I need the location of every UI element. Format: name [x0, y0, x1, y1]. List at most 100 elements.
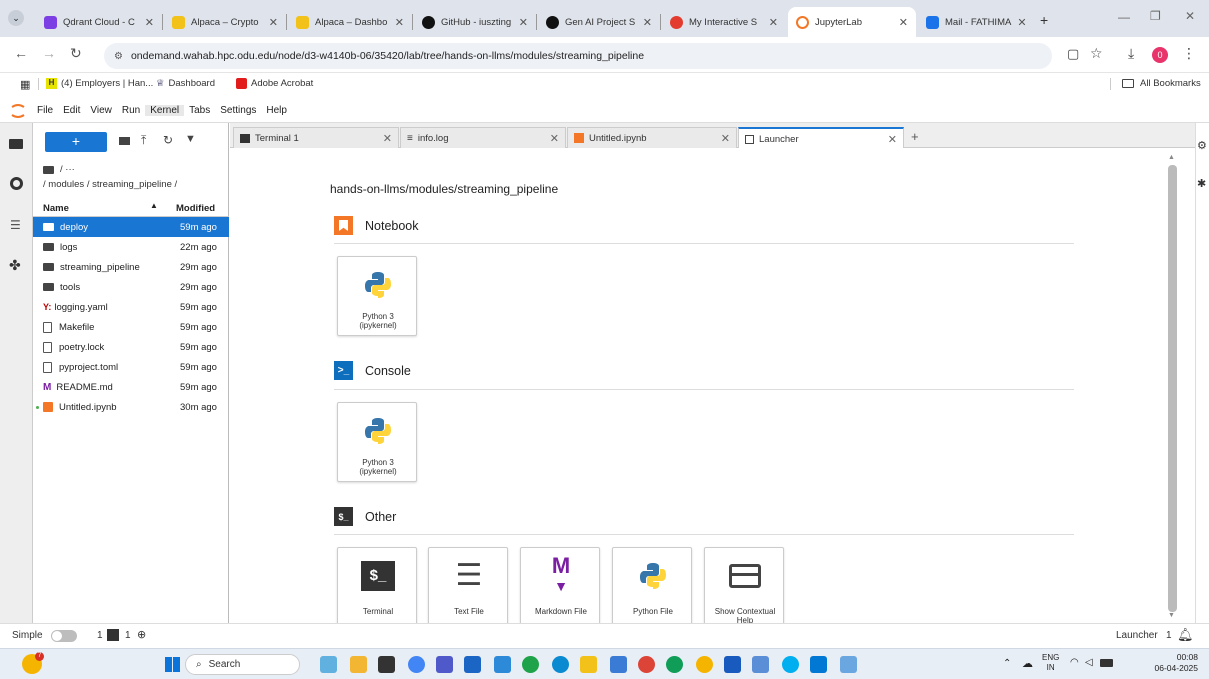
- python3-console-card[interactable]: Python 3 (ipykernel): [337, 402, 417, 482]
- clipboard-icon[interactable]: ▢: [1067, 46, 1079, 62]
- whiteboard-icon[interactable]: [494, 656, 511, 673]
- tab-list-dropdown[interactable]: ⌄: [8, 10, 24, 26]
- language-indicator[interactable]: ENG IN: [1042, 653, 1059, 673]
- folder-icon[interactable]: [580, 656, 597, 673]
- battery-icon[interactable]: [1100, 659, 1113, 667]
- apps-grid-icon[interactable]: ▦: [20, 78, 30, 91]
- extension-manager-icon[interactable]: ✤: [9, 257, 21, 274]
- menu-help[interactable]: Help: [261, 105, 292, 116]
- profile-avatar[interactable]: 0: [1152, 47, 1168, 63]
- simple-mode-toggle[interactable]: [51, 630, 77, 642]
- file-browser-icon[interactable]: [9, 139, 23, 149]
- chrome-icon[interactable]: [408, 656, 425, 673]
- close-icon[interactable]: ✕: [893, 16, 908, 29]
- edge-icon[interactable]: [522, 656, 539, 673]
- tab-launcher[interactable]: Launcher ✕: [738, 127, 904, 149]
- close-icon[interactable]: ✕: [383, 132, 392, 145]
- debugger-icon[interactable]: ✱: [1197, 177, 1206, 190]
- vscode-icon[interactable]: [810, 656, 827, 673]
- close-icon[interactable]: ✕: [513, 16, 528, 29]
- table-of-contents-icon[interactable]: ☰: [10, 218, 21, 232]
- teams-icon[interactable]: [436, 656, 453, 673]
- bell-icon[interactable]: 🔔︎: [1177, 627, 1194, 643]
- contextual-help-card[interactable]: Show Contextual Help: [704, 547, 784, 623]
- chrome-profile-icon[interactable]: [638, 656, 655, 673]
- close-icon[interactable]: ✕: [721, 132, 730, 145]
- file-row-untitled-ipynb[interactable]: Untitled.ipynb 30m ago: [33, 397, 229, 417]
- browser-tab-qdrant[interactable]: Qdrant Cloud - C ✕: [36, 7, 162, 37]
- show-hidden-icons[interactable]: ⌃: [1003, 658, 1011, 669]
- bookmark-employers[interactable]: H (4) Employers | Han...: [46, 78, 153, 89]
- markdown-file-card[interactable]: M ▼ Markdown File: [520, 547, 600, 623]
- back-button[interactable]: ←: [14, 45, 28, 61]
- volume-icon[interactable]: ◁: [1085, 657, 1093, 668]
- refresh-icon[interactable]: ↻: [163, 133, 173, 147]
- clock[interactable]: 00:08 06-04-2025: [1130, 652, 1198, 674]
- close-window-button[interactable]: ✕: [1185, 9, 1195, 23]
- minimize-button[interactable]: —: [1118, 10, 1130, 24]
- download-icon[interactable]: ⤓: [1128, 45, 1134, 62]
- python-file-card[interactable]: Python File: [612, 547, 692, 623]
- text-file-card[interactable]: ☰ Text File: [428, 547, 508, 623]
- file-row-deploy[interactable]: deploy 59m ago: [33, 217, 229, 237]
- file-row-readme[interactable]: M README.md 59m ago: [33, 377, 229, 397]
- breadcrumb[interactable]: / modules / streaming_pipeline /: [43, 179, 177, 190]
- file-row-poetry-lock[interactable]: poetry.lock 59m ago: [33, 337, 229, 357]
- bookmark-star-icon[interactable]: ☆: [1090, 45, 1103, 62]
- menu-settings[interactable]: Settings: [215, 105, 261, 116]
- menu-edit[interactable]: Edit: [58, 105, 85, 116]
- menu-file[interactable]: File: [32, 105, 58, 116]
- file-explorer-icon[interactable]: [350, 656, 367, 673]
- browser-tab-github[interactable]: GitHub - iuszting ✕: [414, 7, 536, 37]
- file-row-logging-yaml[interactable]: Y: logging.yaml 59m ago: [33, 297, 229, 317]
- browser-tab-alpaca-crypto[interactable]: Alpaca – Crypto ✕: [164, 7, 286, 37]
- word-icon[interactable]: [724, 656, 741, 673]
- name-column-header[interactable]: Name: [43, 203, 69, 214]
- reload-button[interactable]: ↻: [70, 45, 82, 62]
- url-bar[interactable]: ⚙ ondemand.wahab.hpc.odu.edu/node/d3-w41…: [104, 43, 1052, 69]
- browser-tab-gen-ai[interactable]: Gen AI Project S ✕: [538, 7, 660, 37]
- menu-tabs[interactable]: Tabs: [184, 105, 215, 116]
- new-folder-icon[interactable]: [119, 137, 130, 145]
- tab-info-log[interactable]: ≡ info.log ✕: [400, 127, 566, 148]
- close-icon[interactable]: ✕: [888, 133, 897, 146]
- bookmark-adobe[interactable]: Adobe Acrobat: [236, 78, 313, 89]
- windows-start-icon[interactable]: [165, 657, 180, 672]
- terminal-card[interactable]: $_ Terminal: [337, 547, 417, 623]
- edge-dev-icon[interactable]: [552, 656, 569, 673]
- network-app-icon[interactable]: [840, 656, 857, 673]
- menu-view[interactable]: View: [85, 105, 117, 116]
- tab-untitled-ipynb[interactable]: Untitled.ipynb ✕: [567, 127, 737, 148]
- modified-column-header[interactable]: Modified: [176, 203, 215, 214]
- chrome-profile-icon[interactable]: [666, 656, 683, 673]
- chrome-profile-icon[interactable]: [696, 656, 713, 673]
- copilot-icon[interactable]: [320, 656, 337, 673]
- forward-button[interactable]: →: [42, 45, 56, 61]
- vertical-scrollbar[interactable]: [1168, 165, 1177, 612]
- sort-ascending-icon[interactable]: ▲: [150, 201, 158, 210]
- filter-icon[interactable]: ▼: [185, 133, 196, 145]
- close-icon[interactable]: ✕: [637, 16, 652, 29]
- close-icon[interactable]: ✕: [550, 132, 559, 145]
- store-icon[interactable]: [464, 656, 481, 673]
- add-tab-button[interactable]: +: [911, 129, 919, 144]
- file-row-streaming-pipeline[interactable]: streaming_pipeline 29m ago: [33, 257, 229, 277]
- taskbar-search-box[interactable]: ⌕ Search: [185, 654, 300, 675]
- scroll-down-icon[interactable]: ▼: [1168, 612, 1175, 619]
- close-icon[interactable]: ✕: [763, 16, 778, 29]
- browser-tab-jupyterlab[interactable]: JupyterLab ✕: [788, 7, 916, 37]
- all-bookmarks[interactable]: All Bookmarks: [1122, 78, 1201, 89]
- kernel-status-icon[interactable]: ⊕: [137, 628, 146, 641]
- tab-terminal-1[interactable]: Terminal 1 ✕: [233, 127, 399, 148]
- restore-button[interactable]: ❐: [1150, 9, 1161, 23]
- system-tray-icon[interactable]: ☁: [1022, 657, 1033, 670]
- scroll-up-icon[interactable]: ▲: [1168, 154, 1175, 161]
- close-icon[interactable]: ✕: [389, 16, 404, 29]
- file-row-makefile[interactable]: Makefile 59m ago: [33, 317, 229, 337]
- property-inspector-icon[interactable]: ⚙: [1197, 139, 1207, 152]
- bookmark-dashboard[interactable]: ♕ Dashboard: [156, 78, 215, 89]
- close-icon[interactable]: ✕: [139, 16, 154, 29]
- notepad-icon[interactable]: [752, 656, 769, 673]
- menu-kebab-icon[interactable]: ⋮: [1182, 45, 1196, 62]
- upload-icon[interactable]: ⤒: [141, 133, 146, 148]
